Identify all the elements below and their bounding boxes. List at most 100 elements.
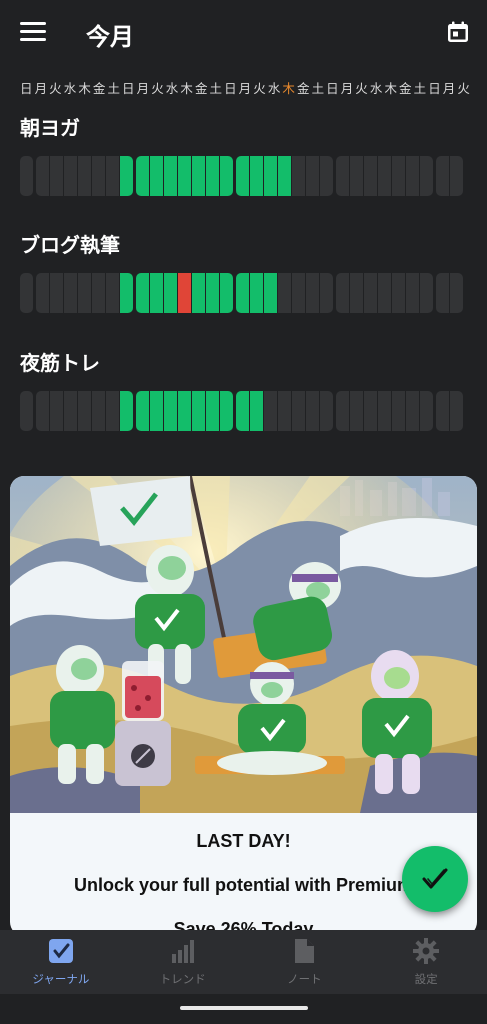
habit-day-cell[interactable] xyxy=(36,156,49,196)
habit-day-cell[interactable] xyxy=(192,391,205,431)
habit-day-cell[interactable] xyxy=(120,273,133,313)
habit-day-cell[interactable] xyxy=(178,391,191,431)
home-indicator[interactable] xyxy=(180,1006,308,1010)
habit-day-cell[interactable] xyxy=(92,273,105,313)
habit-day-cell[interactable] xyxy=(264,273,277,313)
habit-day-cell[interactable] xyxy=(292,273,305,313)
nav-note-tab[interactable]: ノート xyxy=(244,930,366,994)
hamburger-menu-icon[interactable] xyxy=(20,22,46,44)
habit-day-cell[interactable] xyxy=(220,391,233,431)
habit-day-cell[interactable] xyxy=(150,273,163,313)
habit-day-cell[interactable] xyxy=(392,391,405,431)
habit-day-cell[interactable] xyxy=(436,391,449,431)
habit-day-cell[interactable] xyxy=(50,391,63,431)
habit-day-cell[interactable] xyxy=(436,273,449,313)
habit-day-cell[interactable] xyxy=(378,156,391,196)
habit-day-cell[interactable] xyxy=(336,273,349,313)
habit-day-cell[interactable] xyxy=(206,273,219,313)
habit-day-cell[interactable] xyxy=(206,156,219,196)
habit-day-cell[interactable] xyxy=(406,391,419,431)
habit-day-cell[interactable] xyxy=(64,391,77,431)
habit-day-cell[interactable] xyxy=(364,273,377,313)
habit-day-cell[interactable] xyxy=(78,391,91,431)
habit-day-cell[interactable] xyxy=(164,391,177,431)
habit-day-cell[interactable] xyxy=(320,156,333,196)
habit-day-cell[interactable] xyxy=(306,156,319,196)
habit-day-cell[interactable] xyxy=(264,391,277,431)
habit-name[interactable]: 朝ヨガ xyxy=(20,116,466,140)
habit-day-cell[interactable] xyxy=(20,156,33,196)
habit-day-cell[interactable] xyxy=(178,273,191,313)
habit-day-cell[interactable] xyxy=(220,156,233,196)
habit-day-cell[interactable] xyxy=(78,156,91,196)
habit-day-cell[interactable] xyxy=(350,391,363,431)
habit-day-cell[interactable] xyxy=(450,273,463,313)
habit-day-cell[interactable] xyxy=(364,156,377,196)
habit-day-cell[interactable] xyxy=(450,156,463,196)
habit-day-cell[interactable] xyxy=(92,391,105,431)
habit-day-cell[interactable] xyxy=(136,156,149,196)
habit-day-cell[interactable] xyxy=(106,156,119,196)
habit-grid[interactable] xyxy=(20,156,466,196)
habit-day-cell[interactable] xyxy=(420,391,433,431)
habit-day-cell[interactable] xyxy=(378,273,391,313)
habit-day-cell[interactable] xyxy=(178,156,191,196)
habit-day-cell[interactable] xyxy=(78,273,91,313)
habit-day-cell[interactable] xyxy=(436,156,449,196)
habit-day-cell[interactable] xyxy=(150,156,163,196)
habit-day-cell[interactable] xyxy=(292,156,305,196)
habit-day-cell[interactable] xyxy=(250,273,263,313)
habit-day-cell[interactable] xyxy=(120,391,133,431)
habit-day-cell[interactable] xyxy=(336,156,349,196)
habit-day-cell[interactable] xyxy=(306,273,319,313)
nav-settings-tab[interactable]: 設定 xyxy=(365,930,487,994)
habit-day-cell[interactable] xyxy=(64,156,77,196)
habit-day-cell[interactable] xyxy=(250,391,263,431)
habit-day-cell[interactable] xyxy=(164,156,177,196)
habit-grid[interactable] xyxy=(20,391,466,431)
habit-day-cell[interactable] xyxy=(50,156,63,196)
habit-day-cell[interactable] xyxy=(106,391,119,431)
habit-day-cell[interactable] xyxy=(150,391,163,431)
habit-day-cell[interactable] xyxy=(392,156,405,196)
habit-day-cell[interactable] xyxy=(236,391,249,431)
habit-day-cell[interactable] xyxy=(306,391,319,431)
habit-grid[interactable] xyxy=(20,273,466,313)
habit-day-cell[interactable] xyxy=(192,156,205,196)
habit-day-cell[interactable] xyxy=(278,391,291,431)
habit-day-cell[interactable] xyxy=(364,391,377,431)
habit-day-cell[interactable] xyxy=(406,156,419,196)
habit-day-cell[interactable] xyxy=(392,273,405,313)
habit-day-cell[interactable] xyxy=(336,391,349,431)
habit-day-cell[interactable] xyxy=(220,273,233,313)
habit-day-cell[interactable] xyxy=(236,156,249,196)
habit-day-cell[interactable] xyxy=(406,273,419,313)
add-check-fab-button[interactable] xyxy=(402,846,468,912)
habit-day-cell[interactable] xyxy=(320,273,333,313)
habit-day-cell[interactable] xyxy=(36,391,49,431)
habit-day-cell[interactable] xyxy=(50,273,63,313)
nav-journal-tab[interactable]: ジャーナル xyxy=(0,930,122,994)
habit-day-cell[interactable] xyxy=(20,273,33,313)
habit-day-cell[interactable] xyxy=(450,391,463,431)
habit-day-cell[interactable] xyxy=(92,156,105,196)
habit-day-cell[interactable] xyxy=(420,156,433,196)
habit-day-cell[interactable] xyxy=(64,273,77,313)
habit-day-cell[interactable] xyxy=(420,273,433,313)
habit-day-cell[interactable] xyxy=(20,391,33,431)
habit-day-cell[interactable] xyxy=(264,156,277,196)
habit-day-cell[interactable] xyxy=(120,156,133,196)
habit-day-cell[interactable] xyxy=(236,273,249,313)
habit-name[interactable]: ブログ執筆 xyxy=(20,233,466,257)
habit-day-cell[interactable] xyxy=(350,156,363,196)
nav-trend-tab[interactable]: トレンド xyxy=(122,930,244,994)
habit-day-cell[interactable] xyxy=(278,156,291,196)
habit-day-cell[interactable] xyxy=(136,273,149,313)
habit-day-cell[interactable] xyxy=(36,273,49,313)
habit-day-cell[interactable] xyxy=(378,391,391,431)
habit-day-cell[interactable] xyxy=(350,273,363,313)
habit-day-cell[interactable] xyxy=(164,273,177,313)
habit-day-cell[interactable] xyxy=(106,273,119,313)
habit-day-cell[interactable] xyxy=(192,273,205,313)
habit-day-cell[interactable] xyxy=(278,273,291,313)
